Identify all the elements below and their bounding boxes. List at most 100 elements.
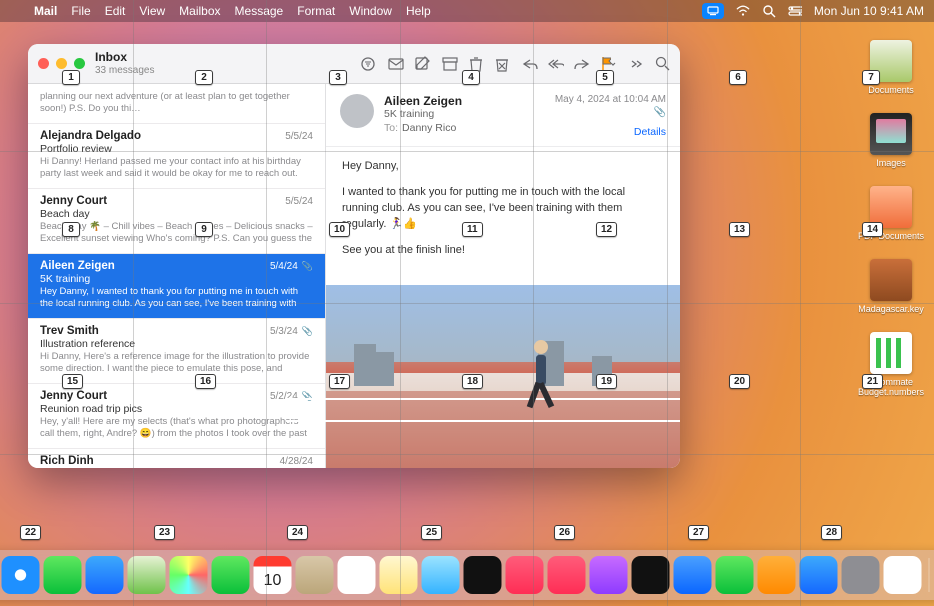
search-icon[interactable] — [654, 56, 670, 72]
forward-icon[interactable] — [574, 56, 590, 72]
grid-number-13[interactable]: 13 — [729, 222, 750, 237]
grid-number-18[interactable]: 18 — [462, 374, 483, 389]
dock-app-messages[interactable] — [44, 556, 82, 594]
menu-window[interactable]: Window — [349, 4, 392, 18]
dock-app-safari[interactable] — [2, 556, 40, 594]
message-row[interactable]: Aileen Zeigen5/4/24📎5K trainingHey Danny… — [28, 254, 325, 319]
desktop-item[interactable]: Madagascar.key — [856, 259, 926, 314]
dock-app-keynote[interactable] — [674, 556, 712, 594]
dock-app-news[interactable] — [548, 556, 586, 594]
filter-icon[interactable] — [360, 56, 376, 72]
message-row[interactable]: Alejandra Delgado5/5/24Portfolio reviewH… — [28, 124, 325, 189]
dock-app-freeform[interactable] — [422, 556, 460, 594]
apple-menu-icon[interactable] — [10, 4, 24, 18]
grid-number-3[interactable]: 3 — [329, 70, 347, 85]
preview-subject: 5K training — [384, 108, 545, 120]
dock-app-numbers[interactable] — [716, 556, 754, 594]
grid-number-19[interactable]: 19 — [596, 374, 617, 389]
grid-number-4[interactable]: 4 — [462, 70, 480, 85]
grid-number-10[interactable]: 10 — [329, 222, 350, 237]
menubar-app-name[interactable]: Mail — [34, 4, 57, 18]
desktop-item[interactable]: Documents — [856, 40, 926, 95]
screen-mirroring-icon[interactable] — [702, 3, 724, 19]
grid-number-12[interactable]: 12 — [596, 222, 617, 237]
dock-app-calendar[interactable]: 10 — [254, 556, 292, 594]
folder-icon — [870, 113, 912, 155]
grid-number-5[interactable]: 5 — [596, 70, 614, 85]
archive-icon[interactable] — [442, 56, 458, 72]
dock-app-photos[interactable] — [170, 556, 208, 594]
window-zoom-button[interactable] — [74, 58, 85, 69]
message-row[interactable]: Jenny Court5/2/24📎Reunion road trip pics… — [28, 384, 325, 449]
reply-all-icon[interactable] — [548, 56, 564, 72]
grid-number-14[interactable]: 14 — [862, 222, 883, 237]
menu-message[interactable]: Message — [235, 4, 284, 18]
dock-app-contacts[interactable] — [296, 556, 334, 594]
window-minimize-button[interactable] — [56, 58, 67, 69]
grid-number-1[interactable]: 1 — [62, 70, 80, 85]
grid-number-26[interactable]: 26 — [554, 525, 575, 540]
mailbox-title: Inbox — [95, 51, 154, 64]
dock-app-iphone-mirroring[interactable] — [884, 556, 922, 594]
dock-app-notes[interactable] — [380, 556, 418, 594]
attachment-icon: 📎 — [302, 261, 313, 271]
compose-icon[interactable] — [414, 56, 430, 72]
message-preview-text: Hi Danny! Herland passed me your contact… — [40, 156, 313, 180]
preview-details-link[interactable]: Details — [555, 126, 666, 138]
grid-number-15[interactable]: 15 — [62, 374, 83, 389]
junk-icon[interactable] — [494, 56, 510, 72]
message-preview-text: Hey Danny, I wanted to thank you for put… — [40, 286, 313, 310]
grid-number-20[interactable]: 20 — [729, 374, 750, 389]
dock-app-tv[interactable] — [464, 556, 502, 594]
dock-app-facetime[interactable] — [212, 556, 250, 594]
grid-number-8[interactable]: 8 — [62, 222, 80, 237]
grid-number-23[interactable]: 23 — [154, 525, 175, 540]
grid-number-16[interactable]: 16 — [195, 374, 216, 389]
menu-file[interactable]: File — [71, 4, 90, 18]
menubar-clock[interactable]: Mon Jun 10 9:41 AM — [814, 4, 924, 18]
preview-attachment-image[interactable] — [326, 285, 680, 468]
dock-app-mail[interactable] — [86, 556, 124, 594]
wifi-icon[interactable] — [736, 4, 750, 18]
dock-app-settings[interactable] — [842, 556, 880, 594]
grid-number-25[interactable]: 25 — [421, 525, 442, 540]
menu-view[interactable]: View — [139, 4, 165, 18]
reply-icon[interactable] — [522, 56, 538, 72]
control-center-icon[interactable] — [788, 4, 802, 18]
spotlight-icon[interactable] — [762, 4, 776, 18]
dock-app-reminders[interactable] — [338, 556, 376, 594]
menu-help[interactable]: Help — [406, 4, 431, 18]
grid-number-28[interactable]: 28 — [821, 525, 842, 540]
message-row[interactable]: Rich Dinh4/28/24Trip to Zion National Pa… — [28, 449, 325, 468]
menu-edit[interactable]: Edit — [105, 4, 126, 18]
menu-mailbox[interactable]: Mailbox — [179, 4, 220, 18]
window-close-button[interactable] — [38, 58, 49, 69]
grid-number-22[interactable]: 22 — [20, 525, 41, 540]
dock-app-music[interactable] — [506, 556, 544, 594]
message-from: Rich Dinh — [40, 455, 94, 467]
dock-app-maps[interactable] — [128, 556, 166, 594]
toolbar-overflow-icon[interactable] — [628, 56, 644, 72]
grid-number-9[interactable]: 9 — [195, 222, 213, 237]
desktop-item[interactable]: Images — [856, 113, 926, 168]
dock-app-podcasts[interactable] — [590, 556, 628, 594]
grid-number-6[interactable]: 6 — [729, 70, 747, 85]
grid-number-27[interactable]: 27 — [688, 525, 709, 540]
sender-avatar[interactable] — [340, 94, 374, 128]
grid-number-17[interactable]: 17 — [329, 374, 350, 389]
message-row[interactable]: planning our next adventure (or at least… — [28, 84, 325, 124]
grid-number-2[interactable]: 2 — [195, 70, 213, 85]
new-message-icon[interactable] — [388, 56, 404, 72]
grid-number-24[interactable]: 24 — [287, 525, 308, 540]
message-subject: Illustration reference — [40, 338, 313, 350]
grid-number-11[interactable]: 11 — [462, 222, 483, 237]
grid-number-21[interactable]: 21 — [862, 374, 883, 389]
message-from: Jenny Court — [40, 195, 107, 207]
dock-app-stocks[interactable] — [632, 556, 670, 594]
menu-format[interactable]: Format — [297, 4, 335, 18]
message-date: 5/5/24 — [285, 196, 313, 207]
dock-app-pages[interactable] — [758, 556, 796, 594]
message-list[interactable]: planning our next adventure (or at least… — [28, 84, 326, 468]
grid-number-7[interactable]: 7 — [862, 70, 880, 85]
dock-app-appstore[interactable] — [800, 556, 838, 594]
